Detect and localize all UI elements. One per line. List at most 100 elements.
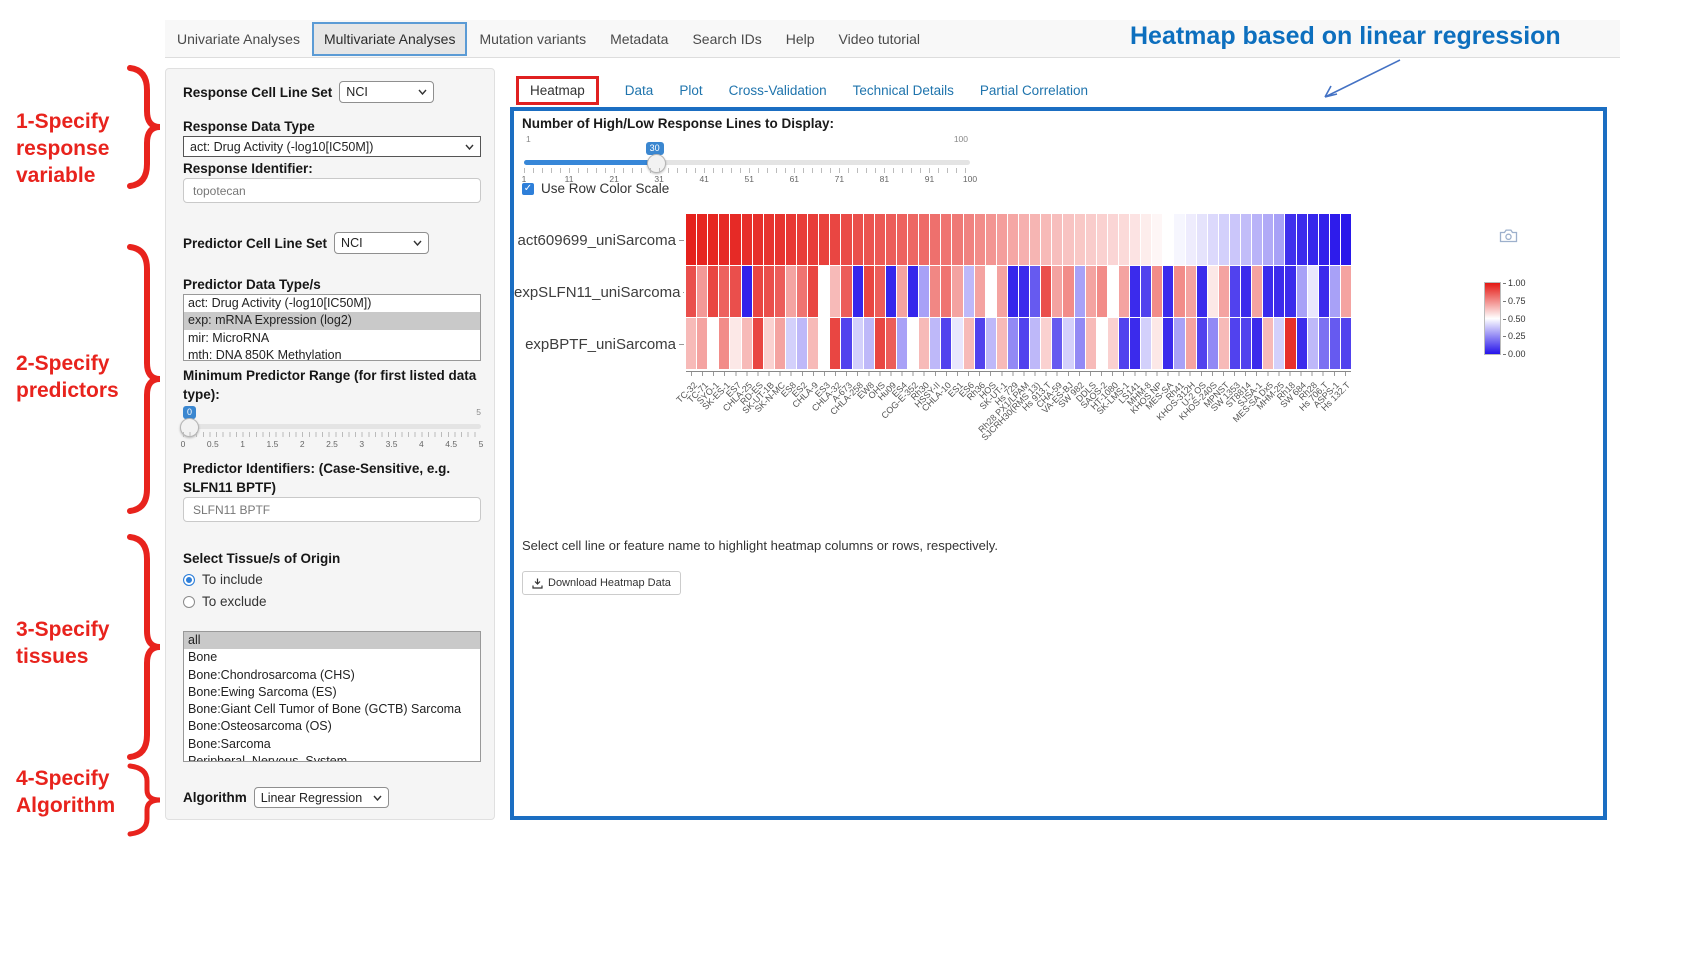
heatmap-cell[interactable] [819,266,829,317]
heatmap-cell[interactable] [719,214,729,265]
heatmap-cell[interactable] [1130,266,1140,317]
heatmap-cell[interactable] [930,266,940,317]
heatmap-cell[interactable] [1208,318,1218,369]
heatmap-cell[interactable] [1341,266,1351,317]
feature-label-act609699-unisarcoma[interactable]: act609699_uniSarcoma [514,214,684,266]
heatmap-cell[interactable] [697,214,707,265]
row-color-scale-checkbox[interactable]: ✓ [522,183,534,195]
tab-data[interactable]: Data [625,83,654,98]
heatmap-cell[interactable] [1330,266,1340,317]
heatmap-cell[interactable] [1152,318,1162,369]
heatmap-cell[interactable] [886,266,896,317]
heatmap-cell[interactable] [1052,266,1062,317]
heatmap-cell[interactable] [1174,318,1184,369]
heatmap-cell[interactable] [1241,318,1251,369]
heatmap-cell[interactable] [775,214,785,265]
heatmap-cell[interactable] [1119,214,1129,265]
heatmap-cell[interactable] [1086,214,1096,265]
heatmap-cell[interactable] [941,266,951,317]
tissue-option-bone-chondrosarcoma-chs[interactable]: Bone:Chondrosarcoma (CHS) [184,667,480,684]
heatmap-cell[interactable] [1241,214,1251,265]
heatmap-cell[interactable] [1052,318,1062,369]
heatmap-cell[interactable] [708,318,718,369]
heatmap-cell[interactable] [886,214,896,265]
heatmap-cell[interactable] [1063,266,1073,317]
heatmap-cell[interactable] [952,214,962,265]
heatmap-cell[interactable] [919,318,929,369]
heatmap-cell[interactable] [1263,266,1273,317]
heatmap-cell[interactable] [1119,266,1129,317]
heatmap-cell[interactable] [1063,214,1073,265]
heatmap-cell[interactable] [1274,266,1284,317]
heatmap-cell[interactable] [1308,214,1318,265]
tab-heatmap[interactable]: Heatmap [516,76,599,105]
heatmap-cell[interactable] [1252,318,1262,369]
heatmap-cell[interactable] [1263,214,1273,265]
heatmap-cell[interactable] [1097,266,1107,317]
heatmap-cell[interactable] [1297,214,1307,265]
heatmap-cell[interactable] [719,318,729,369]
heatmap-cell[interactable] [975,214,985,265]
heatmap-cell[interactable] [1163,266,1173,317]
heatmap-cell[interactable] [964,266,974,317]
predictor-type-act-drug-activity-log10-ic50m[interactable]: act: Drug Activity (-log10[IC50M]) [184,295,480,312]
heatmap-cell[interactable] [1097,318,1107,369]
to-include-radio[interactable] [183,574,195,586]
heatmap-cell[interactable] [1152,266,1162,317]
heatmap-cell[interactable] [1341,318,1351,369]
heatmap-cell[interactable] [1252,266,1262,317]
heatmap-cell[interactable] [1030,266,1040,317]
tissue-option-bone-osteosarcoma-os[interactable]: Bone:Osteosarcoma (OS) [184,718,480,735]
tissue-option-peripheral-nervous-system[interactable]: Peripheral_Nervous_System [184,753,480,762]
slider-track[interactable] [183,424,481,429]
heatmap-cell[interactable] [1319,266,1329,317]
heatmap-cell[interactable] [797,318,807,369]
heatmap-cell[interactable] [1274,318,1284,369]
tissue-option-bone[interactable]: Bone [184,649,480,666]
heatmap-cell[interactable] [1019,266,1029,317]
tissue-option-all[interactable]: all [184,632,480,649]
heatmap-cell[interactable] [986,214,996,265]
predictor-type-mir-microrna[interactable]: mir: MicroRNA [184,330,480,347]
predictor-type-mth-dna-850k-methylation[interactable]: mth: DNA 850K Methylation [184,347,480,361]
heatmap-cell[interactable] [1163,214,1173,265]
heatmap-cell[interactable] [1063,318,1073,369]
heatmap-cell[interactable] [1041,266,1051,317]
tab-cross-validation[interactable]: Cross-Validation [729,83,827,98]
predictor-cell-line-set-select[interactable]: NCI [334,232,429,254]
heatmap-cell[interactable] [753,318,763,369]
nav-tab-search-ids[interactable]: Search IDs [680,22,773,56]
heatmap-cell[interactable] [819,214,829,265]
heatmap-cell[interactable] [930,318,940,369]
heatmap-cell[interactable] [964,318,974,369]
heatmap-cell[interactable] [808,318,818,369]
heatmap-cell[interactable] [997,318,1007,369]
heatmap-cell[interactable] [1108,318,1118,369]
heatmap-cell[interactable] [875,214,885,265]
heatmap-cell[interactable] [730,214,740,265]
heatmap-cell[interactable] [1130,214,1140,265]
heatmap-cell[interactable] [975,266,985,317]
heatmap-cell[interactable] [1052,214,1062,265]
heatmap-cell[interactable] [919,266,929,317]
heatmap-cell[interactable] [808,266,818,317]
heatmap-cell[interactable] [853,318,863,369]
heatmap-cell[interactable] [875,266,885,317]
heatmap-cell[interactable] [775,318,785,369]
heatmap-cell[interactable] [1008,318,1018,369]
heatmap-cell[interactable] [1285,318,1295,369]
response-data-type-select[interactable]: act: Drug Activity (-log10[IC50M]) [183,136,481,157]
heatmap-cell[interactable] [908,266,918,317]
heatmap-cell[interactable] [797,266,807,317]
heatmap-cell[interactable] [864,214,874,265]
heatmap-cell[interactable] [786,318,796,369]
tissue-option-bone-sarcoma[interactable]: Bone:Sarcoma [184,736,480,753]
algorithm-select[interactable]: Linear Regression [254,787,389,808]
heatmap-cell[interactable] [897,214,907,265]
heatmap-cell[interactable] [742,318,752,369]
heatmap-cell[interactable] [1308,266,1318,317]
heatmap-cell[interactable] [742,214,752,265]
heatmap-cell[interactable] [742,266,752,317]
heatmap-cell[interactable] [997,214,1007,265]
heatmap-cell[interactable] [753,266,763,317]
